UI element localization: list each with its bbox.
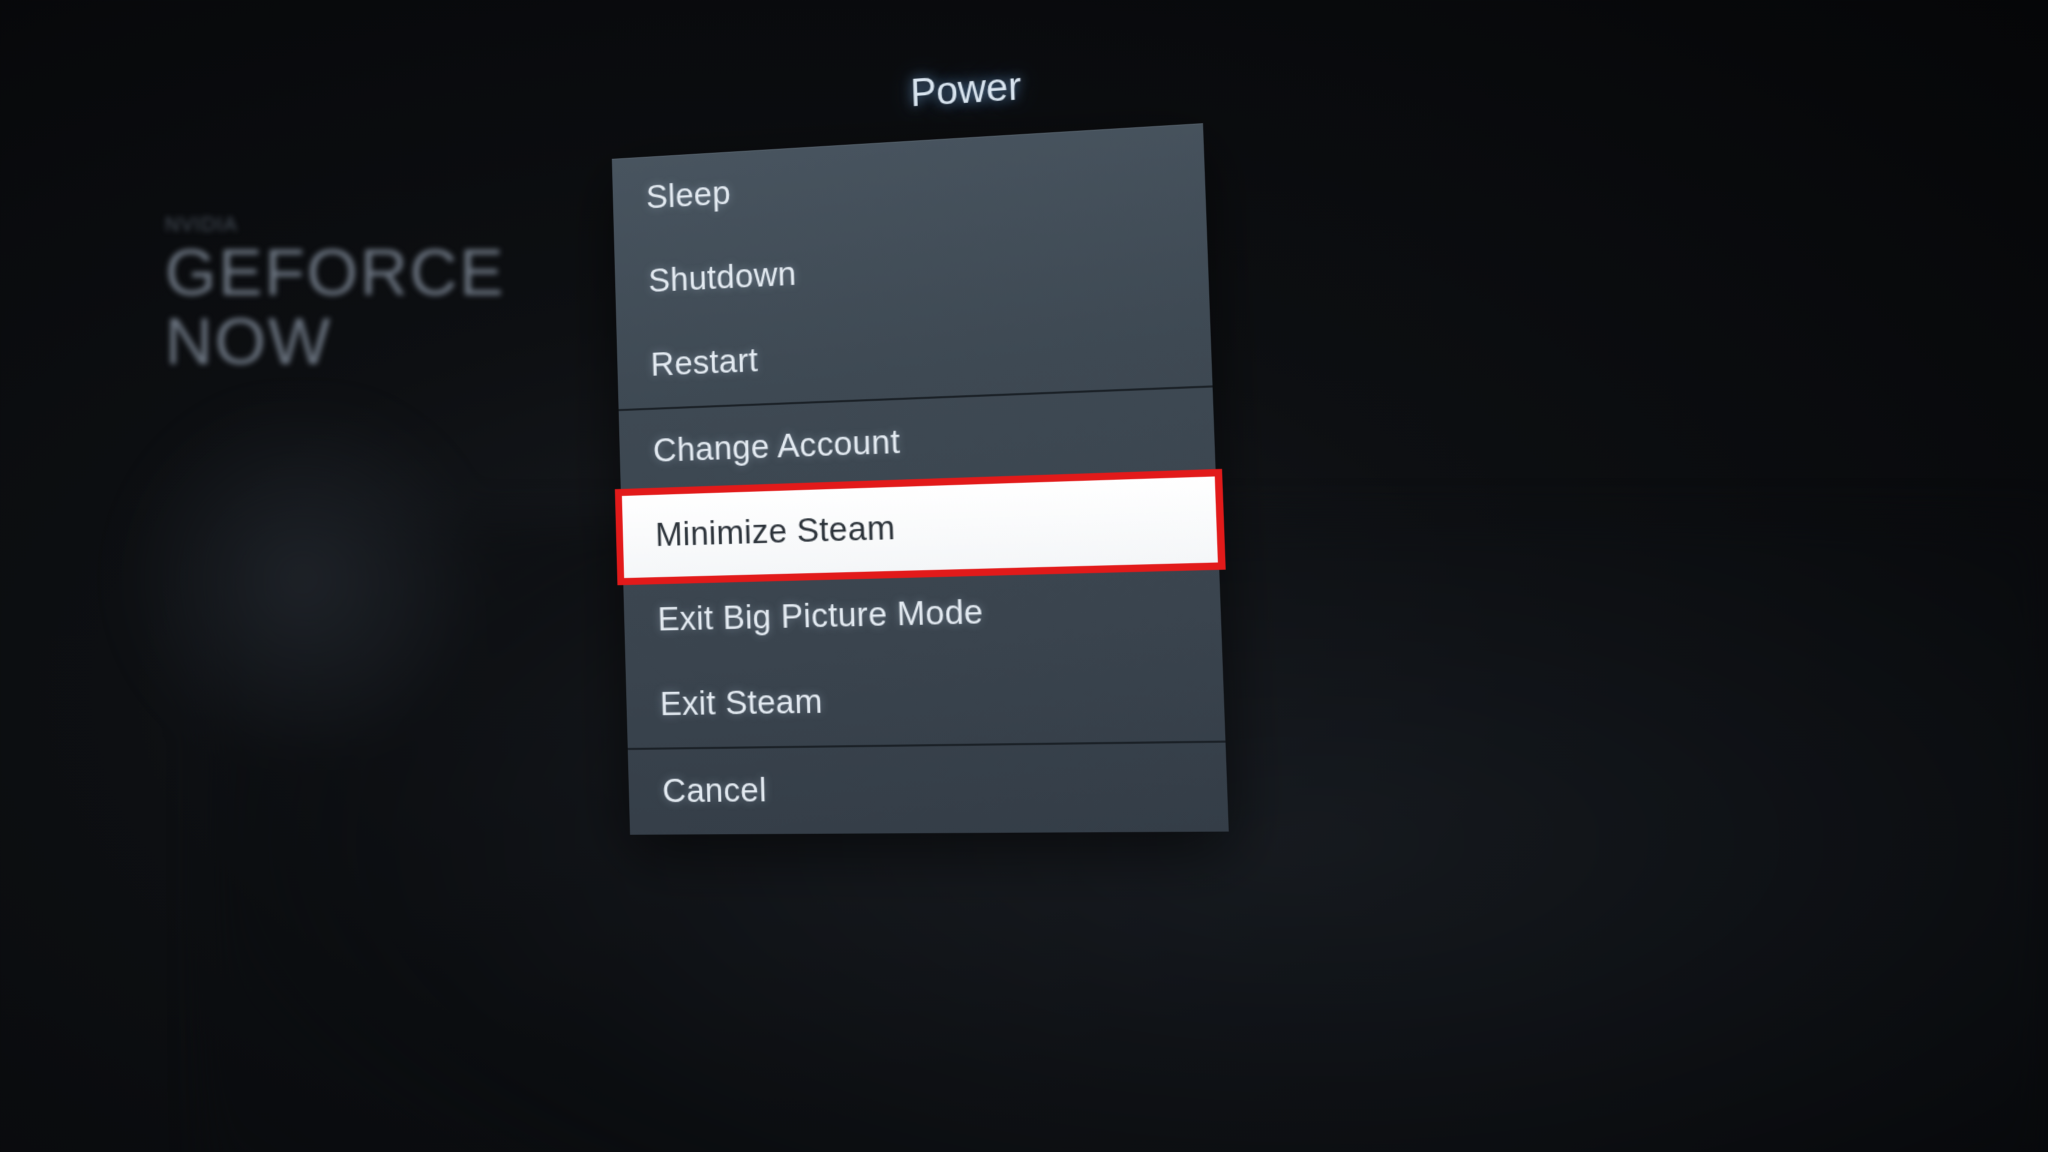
background-brand-text: NVIDIA GEFORCE NOW — [165, 215, 505, 377]
menu-item-label: Change Account — [653, 422, 901, 468]
menu-item-label: Restart — [650, 341, 758, 383]
brand-tagline: NVIDIA — [165, 215, 505, 236]
brand-line-2: NOW — [165, 307, 505, 376]
menu-item-label: Exit Big Picture Mode — [657, 592, 984, 637]
menu-item-cancel[interactable]: Cancel — [628, 743, 1229, 835]
power-menu-section-2: Change Account Minimize Steam Exit Big P… — [619, 385, 1226, 748]
menu-item-label: Exit Steam — [660, 682, 824, 722]
brand-line-1: GEFORCE — [165, 238, 505, 307]
menu-item-label: Cancel — [662, 771, 767, 810]
menu-item-exit-steam[interactable]: Exit Steam — [625, 652, 1225, 748]
menu-item-label: Sleep — [646, 174, 732, 216]
power-menu-section-1: Sleep Shutdown Restart — [612, 123, 1213, 409]
menu-item-label: Shutdown — [648, 254, 797, 298]
power-menu-panel: Sleep Shutdown Restart Change Account Mi… — [612, 123, 1229, 835]
power-menu-wrapper: Power Sleep Shutdown Restart Change Acco… — [610, 54, 1229, 835]
menu-item-exit-big-picture[interactable]: Exit Big Picture Mode — [623, 564, 1222, 664]
menu-item-label: Minimize Steam — [655, 508, 896, 553]
power-menu-section-3: Cancel — [628, 741, 1229, 835]
